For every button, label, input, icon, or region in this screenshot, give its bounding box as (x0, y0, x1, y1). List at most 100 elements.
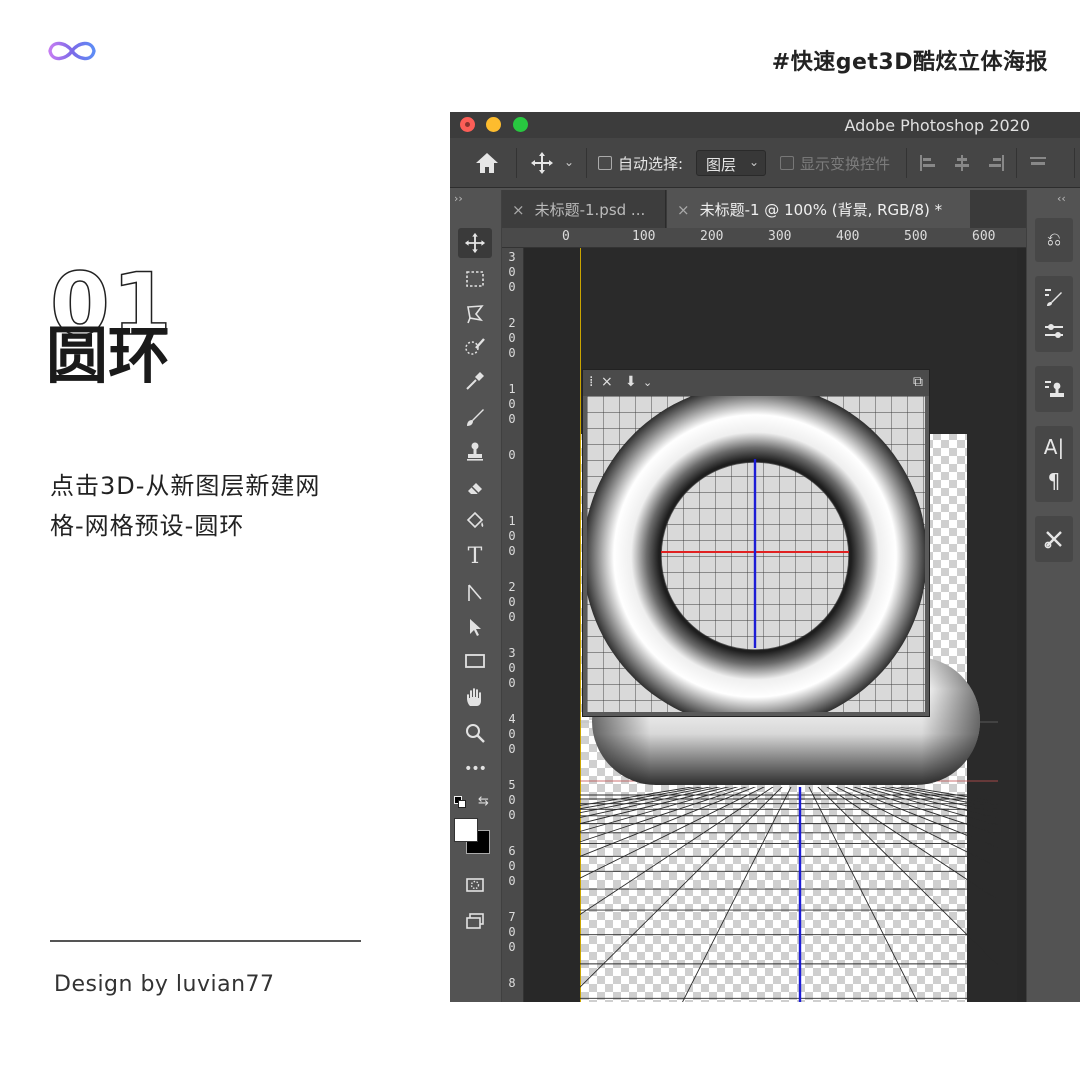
camera-view-select-icon[interactable]: ⬇ (625, 374, 637, 390)
ellipsis-icon: ••• (464, 761, 487, 777)
canvas-area[interactable]: ⁞ × ⬇ ⌄ ⧉ 0 100 200 300 400 500 600 3 0 … (502, 228, 1026, 1002)
path-selection-tool[interactable] (458, 578, 492, 608)
direct-selection-tool[interactable] (458, 612, 492, 642)
ruler-label: 0 (508, 448, 516, 462)
quick-mask-icon (466, 878, 484, 892)
step-description: 点击3D-从新图层新建网 格-网格预设-圆环 (50, 466, 390, 546)
vertical-ruler[interactable]: 30020010001002003004005006007008 (502, 248, 524, 1002)
expand-panel-icon[interactable]: ›› (454, 192, 463, 205)
paragraph-icon[interactable]: ¶ (1043, 470, 1065, 492)
paint-bucket-icon (466, 511, 484, 529)
screen-mode-button[interactable] (458, 906, 492, 936)
auto-select-target-value: 图层 (706, 156, 737, 174)
align-left-icon[interactable] (918, 153, 938, 173)
lasso-icon (467, 305, 484, 324)
rectangle-icon (465, 654, 485, 668)
adjust-icon[interactable] (1043, 320, 1065, 342)
home-icon[interactable] (474, 150, 500, 176)
ruler-label: 200 (700, 229, 724, 244)
default-colors-icon[interactable] (454, 796, 466, 808)
separator (586, 148, 587, 178)
zoom-icon (466, 724, 485, 743)
stamp-icon (467, 442, 483, 461)
design-credit: Design by luvian77 (54, 972, 275, 997)
grid-line (852, 787, 998, 836)
grid-line (580, 787, 730, 825)
properties-icon[interactable] (1043, 378, 1065, 400)
paint-bucket-tool[interactable] (458, 506, 492, 536)
align-right-icon[interactable] (986, 153, 1006, 173)
grid-line (879, 787, 998, 814)
title-bar: Adobe Photoshop 2020 (450, 112, 1080, 138)
ruler-label: 1 (508, 514, 516, 528)
screen-mode-icon (466, 913, 484, 929)
character-icon[interactable]: A| (1043, 436, 1065, 458)
marquee-tool[interactable] (458, 264, 492, 294)
separator (1074, 148, 1075, 178)
zoom-tool[interactable] (458, 718, 492, 748)
chevron-down-icon[interactable]: ⌄ (643, 376, 652, 389)
grid-line (580, 787, 713, 814)
align-center-icon[interactable] (952, 153, 972, 173)
collapse-panel-icon[interactable]: ‹‹ (1057, 192, 1066, 205)
move-tool-icon[interactable] (530, 151, 554, 175)
minimize-window-button[interactable] (486, 117, 501, 132)
ground-plane-grid (580, 787, 998, 1002)
3d-top-view[interactable] (587, 396, 925, 712)
document-tab-label: 未标题-1 @ 100% (背景, RGB/8) * (699, 201, 943, 219)
eyedropper-tool[interactable] (458, 366, 492, 396)
quick-selection-tool[interactable] (458, 332, 492, 362)
tools-icon[interactable] (1043, 528, 1065, 550)
quick-selection-icon (465, 338, 485, 355)
auto-select-checkbox[interactable] (598, 156, 612, 170)
ruler-label: 2 (508, 316, 516, 330)
secondary-view-header: ⁞ × ⬇ ⌄ ⧉ (583, 370, 929, 396)
separator (906, 148, 907, 178)
more-tools[interactable]: ••• (458, 754, 492, 784)
brush-settings-icon[interactable] (1043, 286, 1065, 308)
close-icon[interactable]: × (512, 201, 525, 219)
ruler-label: 1 (508, 382, 516, 396)
zoom-window-button[interactable] (513, 117, 528, 132)
separator (1016, 148, 1017, 178)
swap-colors-icon[interactable]: ⇆ (478, 794, 489, 809)
brush-tool[interactable] (458, 402, 492, 432)
clone-stamp-tool[interactable] (458, 436, 492, 466)
3d-secondary-view-panel[interactable]: ⁞ × ⬇ ⌄ ⧉ (582, 369, 930, 717)
grid-line (580, 787, 757, 857)
type-tool[interactable]: T (458, 542, 492, 572)
drag-handle-icon[interactable]: ⁞ (589, 374, 593, 390)
quick-mask-button[interactable] (458, 870, 492, 900)
document-tab[interactable]: × 未标题-1.psd ... (502, 190, 666, 228)
history-icon[interactable]: ⎌ (1043, 229, 1065, 251)
chevron-down-icon[interactable]: ⌄ (564, 155, 574, 169)
document-tab-bar: × 未标题-1.psd ... × 未标题-1 @ 100% (背景, RGB/8)… (502, 190, 1026, 228)
align-top-icon[interactable] (1028, 153, 1048, 173)
hand-tool[interactable] (458, 682, 492, 712)
auto-select-target-dropdown[interactable]: 图层 ⌄ (696, 150, 766, 176)
ruler-label: 0 (508, 529, 516, 543)
ruler-label: 0 (508, 742, 516, 756)
close-window-button[interactable] (460, 117, 475, 132)
panel-group (1035, 276, 1073, 352)
move-icon (464, 232, 486, 254)
close-icon[interactable]: × (601, 374, 613, 390)
close-icon[interactable]: × (677, 201, 690, 219)
chevron-down-icon: ⌄ (748, 155, 759, 169)
foreground-color-swatch[interactable] (454, 818, 478, 842)
move-tool[interactable] (458, 228, 492, 258)
horizontal-ruler[interactable]: 0 100 200 300 400 500 600 (502, 228, 1026, 248)
ruler-label: 0 (508, 793, 516, 807)
ruler-label: 2 (508, 580, 516, 594)
ruler-label: 600 (972, 229, 996, 244)
hashtag-title: #快速get3D酷炫立体海报 (771, 50, 1048, 75)
document-tab-active[interactable]: × 未标题-1 @ 100% (背景, RGB/8) * (667, 190, 970, 228)
ruler-label: 0 (562, 229, 570, 244)
eraser-tool[interactable] (458, 472, 492, 502)
divider (50, 940, 361, 942)
swap-views-icon[interactable]: ⧉ (913, 374, 923, 390)
rectangle-tool[interactable] (458, 646, 492, 676)
lasso-tool[interactable] (458, 298, 492, 328)
panel-group: A| ¶ (1035, 426, 1073, 502)
transform-controls-checkbox[interactable] (780, 156, 794, 170)
